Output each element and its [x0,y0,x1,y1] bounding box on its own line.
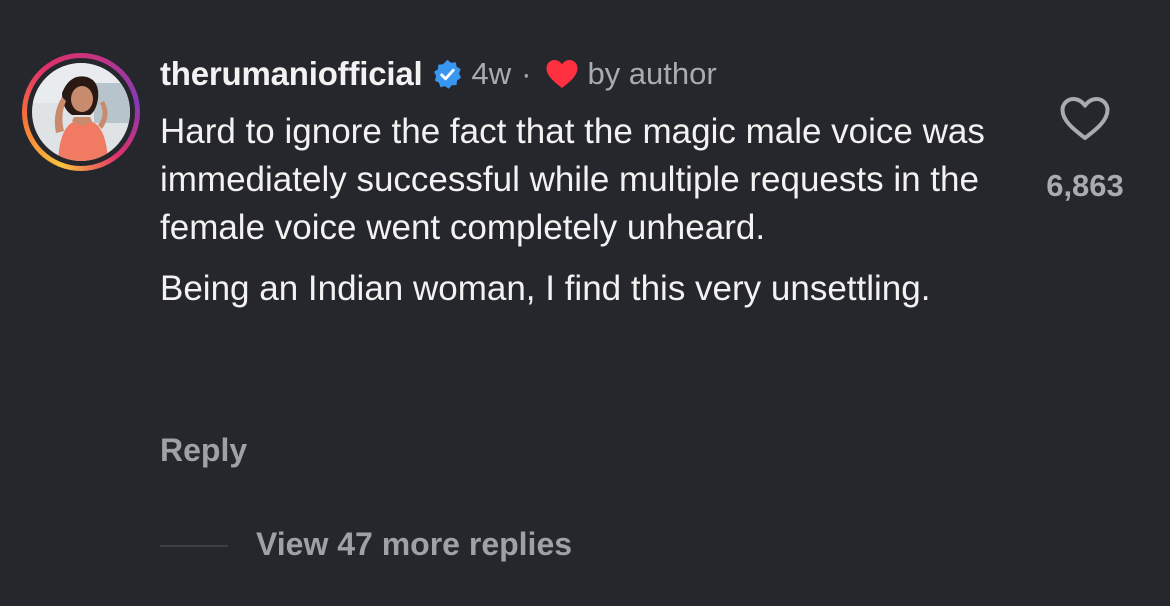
comment-item: therumaniofficial 4w · by author Hard to… [0,0,1170,606]
heart-outline-icon[interactable] [1059,96,1111,142]
liked-by-author-label: by author [587,56,717,91]
replies-divider [160,545,228,547]
verified-badge-icon [432,59,463,90]
comment-timestamp: 4w [471,56,512,91]
avatar-ring-gap [27,58,135,166]
comment-paragraph: Being an Indian woman, I find this very … [160,269,931,308]
comment-header: therumaniofficial 4w · by author [160,52,717,96]
meta-separator: · [521,56,532,91]
avatar[interactable] [22,53,140,171]
avatar-photo [32,63,130,161]
like-count: 6,863 [1046,168,1124,203]
view-more-replies-button[interactable]: View 47 more replies [256,526,572,563]
reply-button[interactable]: Reply [160,432,247,469]
username-link[interactable]: therumaniofficial [160,55,423,93]
comment-paragraph: Hard to ignore the fact that the magic m… [160,112,985,247]
heart-filled-icon [545,59,579,89]
comment-text: Hard to ignore the fact that the magic m… [160,108,1020,326]
